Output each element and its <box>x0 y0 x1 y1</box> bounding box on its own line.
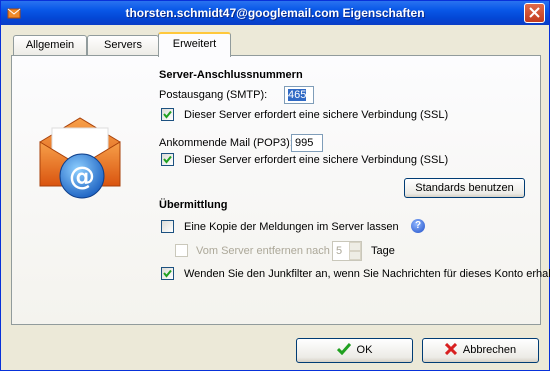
junk-filter-checkbox[interactable] <box>161 267 174 280</box>
help-icon[interactable]: ? <box>411 219 425 233</box>
delivery-heading: Übermittlung <box>159 199 228 211</box>
server-ports-heading: Server-Anschlussnummern <box>159 69 303 81</box>
days-value: 5 <box>336 245 343 257</box>
remove-after-label: Vom Server entfernen nach <box>196 245 330 257</box>
cancel-button[interactable]: Abbrechen <box>422 338 539 363</box>
checkmark-icon <box>163 269 172 278</box>
close-icon <box>529 7 540 18</box>
properties-dialog: thorsten.schmidt47@googlemail.com Eigens… <box>0 0 550 371</box>
spin-up-button[interactable] <box>349 242 361 251</box>
ok-label: OK <box>356 344 373 356</box>
tab-allgemein[interactable]: Allgemein <box>13 35 87 56</box>
smtp-ssl-label[interactable]: Dieser Server erfordert eine sichere Ver… <box>184 109 448 121</box>
days-label: Tage <box>371 245 395 257</box>
cancel-x-icon <box>444 342 457 356</box>
junk-filter-label[interactable]: Wenden Sie den Junkfilter an, wenn Sie N… <box>184 268 550 280</box>
svg-text:@: @ <box>69 162 95 192</box>
title-bar[interactable]: thorsten.schmidt47@googlemail.com Eigens… <box>1 1 549 25</box>
keep-copy-label[interactable]: Eine Kopie der Meldungen im Server lasse… <box>184 221 399 233</box>
check-icon <box>336 343 351 356</box>
tab-erweitert[interactable]: Erweitert <box>158 32 231 57</box>
days-spinner[interactable]: 5 <box>332 241 362 261</box>
email-account-icon: @ <box>39 117 121 199</box>
remove-after-checkbox[interactable] <box>175 244 188 257</box>
standards-button[interactable]: Standards benutzen <box>404 178 525 198</box>
ok-button[interactable]: OK <box>296 338 413 363</box>
checkmark-icon <box>163 155 172 164</box>
checkmark-icon <box>163 110 172 119</box>
pop3-label: Ankommende Mail (POP3): <box>159 137 293 149</box>
smtp-label: Postausgang (SMTP): <box>159 89 268 101</box>
pop3-port-input[interactable]: 995 <box>291 134 323 152</box>
smtp-ssl-checkbox[interactable] <box>161 108 174 121</box>
keep-copy-checkbox[interactable] <box>161 220 174 233</box>
spin-down-button[interactable] <box>349 251 361 260</box>
pop3-ssl-label[interactable]: Dieser Server erfordert eine sichere Ver… <box>184 154 448 166</box>
tab-servers[interactable]: Servers <box>87 35 159 56</box>
window-title: thorsten.schmidt47@googlemail.com Eigens… <box>125 6 425 20</box>
pop3-ssl-checkbox[interactable] <box>161 153 174 166</box>
smtp-port-input[interactable]: 465 <box>284 86 314 104</box>
close-button[interactable] <box>524 3 545 23</box>
cancel-label: Abbrechen <box>462 344 517 356</box>
